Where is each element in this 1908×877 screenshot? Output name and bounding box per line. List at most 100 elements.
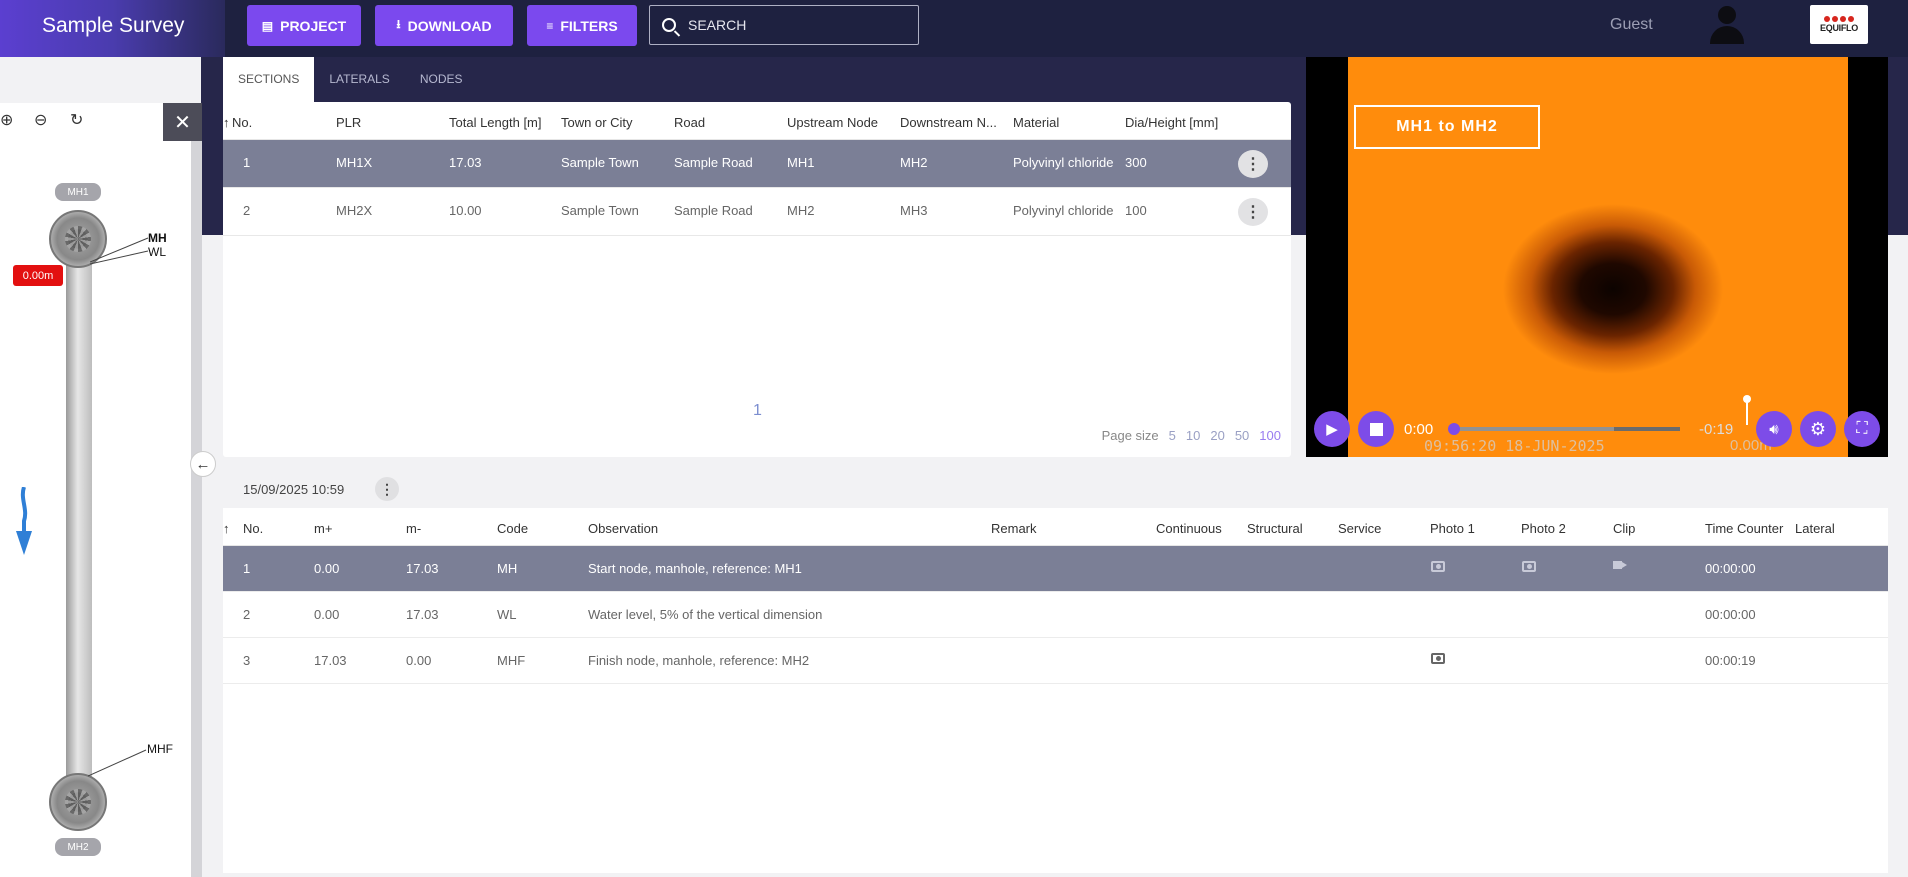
page-size-option[interactable]: 50 [1235,428,1249,443]
col-town[interactable]: Town or City [561,115,633,130]
filters-button[interactable]: ≡ FILTERS [527,5,637,46]
progress-handle[interactable] [1448,423,1460,435]
col-clip[interactable]: Clip [1613,521,1635,536]
col-no[interactable]: No. [243,521,263,536]
zoom-out-icon[interactable]: ⊖ [34,110,47,130]
tab-sections[interactable]: SECTIONS [223,57,315,102]
logo-dots [1824,16,1854,22]
col-lateral[interactable]: Lateral [1795,521,1835,536]
cell: MH2 [900,155,928,170]
cell: 00:00:19 [1705,653,1756,668]
page-number[interactable]: 1 [753,402,762,420]
cell: Polyvinyl chloride [1013,155,1114,170]
fullscreen-icon[interactable]: ⛶ [1844,411,1880,447]
play-icon[interactable]: ▶ [1314,411,1350,447]
camera-icon[interactable] [1431,561,1445,572]
cell: 100 [1125,203,1147,218]
settings-gear-icon[interactable]: ⚙ [1800,411,1836,447]
download-icon: ⭳ [396,17,401,31]
cell: MH1 [787,155,815,170]
start-node-label: MH1 [55,183,101,201]
sections-grid: ↑ No. PLR Total Length [m] Town or City … [223,102,1291,457]
app-window: Sample Survey ▤ PROJECT ⭳ DOWNLOAD ≡ FIL… [0,0,1908,877]
col-road[interactable]: Road [674,115,705,130]
reset-icon[interactable]: ↻ [70,110,83,130]
table-row[interactable]: 2 0.00 17.03 WL Water level, 5% of the v… [223,592,1888,638]
col-total-length[interactable]: Total Length [m] [449,115,542,130]
cell: 10.00 [449,203,482,218]
avatar-head [1718,6,1736,24]
table-row[interactable]: 1 MH1X 17.03 Sample Town Sample Road MH1… [223,140,1291,188]
table-row[interactable]: 1 0.00 17.03 MH Start node, manhole, ref… [223,546,1888,592]
col-continuous[interactable]: Continuous [1156,521,1222,536]
survey-menu-icon[interactable]: ⋮ [375,477,399,501]
sort-ascending-icon[interactable]: ↑ [223,521,230,536]
sort-ascending-icon[interactable]: ↑ [223,115,230,130]
document-icon: ▤ [261,18,274,33]
camera-icon[interactable] [1431,653,1445,664]
search-box [649,5,919,45]
end-node-label: MH2 [55,838,101,856]
col-structural[interactable]: Structural [1247,521,1303,536]
page-size-option[interactable]: 5 [1169,428,1176,443]
col-code[interactable]: Code [497,521,528,536]
tab-laterals[interactable]: LATERALS [314,57,404,102]
cell: 17.03 [314,653,347,668]
filter-icon: ≡ [546,18,554,33]
table-row[interactable]: 3 17.03 0.00 MHF Finish node, manhole, r… [223,638,1888,684]
page-size-option[interactable]: 10 [1186,428,1200,443]
logo-text: EQUIFLO [1820,23,1858,33]
cell: Polyvinyl chloride [1013,203,1114,218]
cell: 00:00:00 [1705,561,1756,576]
row-menu-icon[interactable]: ⋮ [1238,150,1268,178]
col-material[interactable]: Material [1013,115,1059,130]
row-menu-icon[interactable]: ⋮ [1238,198,1268,226]
code-leader-line-bottom [88,749,147,777]
camera-icon[interactable] [1522,561,1536,572]
col-time-counter[interactable]: Time Counter [1705,521,1783,536]
close-icon[interactable]: ✕ [163,103,202,141]
end-manhole-icon[interactable] [49,773,107,831]
cell: Sample Road [674,203,753,218]
page-size-option[interactable]: 20 [1210,428,1224,443]
tab-nodes[interactable]: NODES [405,57,478,102]
cell: MHF [497,653,526,668]
cell: 17.03 [406,607,439,622]
volume-icon[interactable]: 🔊︎ [1756,411,1792,447]
col-photo2[interactable]: Photo 2 [1521,521,1566,536]
search-input[interactable] [688,17,898,33]
video-player[interactable]: MH1 to MH2 09:56:20 18-JUN-2025 0.00m ▶ … [1306,57,1888,457]
avatar-body [1710,26,1744,44]
collapse-panel-arrow-icon[interactable]: ← [190,451,216,477]
col-downstream[interactable]: Downstream N... [900,115,997,130]
video-progress-bar[interactable] [1448,423,1680,435]
zoom-in-icon[interactable]: ⊕ [0,110,13,130]
col-observation[interactable]: Observation [588,521,658,536]
download-button[interactable]: ⭳ DOWNLOAD [375,5,513,46]
project-label: PROJECT [280,17,347,34]
user-avatar-icon[interactable] [1708,6,1746,44]
brand: Sample Survey [0,0,225,57]
stop-icon[interactable] [1358,411,1394,447]
col-no[interactable]: No. [232,115,252,130]
col-upstream[interactable]: Upstream Node [787,115,878,130]
col-service[interactable]: Service [1338,521,1381,536]
cell: 1 [243,561,251,576]
col-dia[interactable]: Dia/Height [mm] [1125,115,1218,130]
cell: Start node, manhole, reference: MH1 [588,561,802,576]
page-size-option-active[interactable]: 100 [1259,428,1281,443]
col-photo1[interactable]: Photo 1 [1430,521,1475,536]
code-label-wl: WL [148,245,166,259]
project-button[interactable]: ▤ PROJECT [247,5,361,46]
col-m-minus[interactable]: m- [406,521,421,536]
video-elapsed: 0:00 [1404,421,1434,438]
col-plr[interactable]: PLR [336,115,361,130]
cell: MH3 [900,203,928,218]
col-remark[interactable]: Remark [991,521,1037,536]
col-m-plus[interactable]: m+ [314,521,332,536]
video-icon[interactable] [1613,561,1627,569]
filters-label: FILTERS [560,17,618,34]
panel-divider[interactable] [191,103,202,877]
table-row[interactable]: 2 MH2X 10.00 Sample Town Sample Road MH2… [223,188,1291,236]
video-overlay-title: MH1 to MH2 [1354,105,1540,149]
